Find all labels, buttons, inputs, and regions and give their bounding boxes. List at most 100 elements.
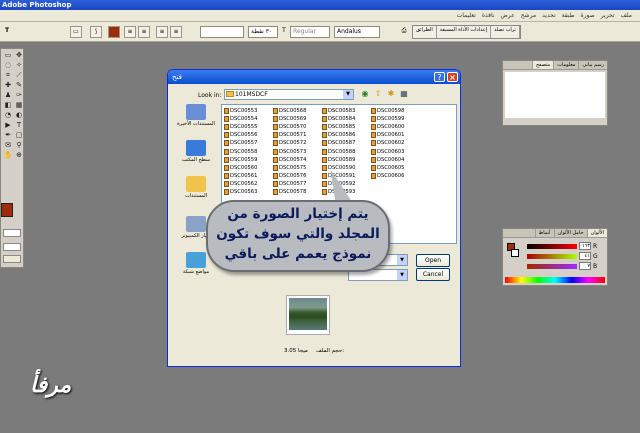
lasso-tool-icon[interactable]: ◌ [3, 61, 13, 70]
file-item[interactable]: DSC00572 [273, 139, 322, 147]
magic-wand-icon[interactable]: ✧ [14, 61, 24, 70]
align-center-icon[interactable]: ≡ [138, 26, 150, 38]
g-value-field[interactable]: ٤١ [579, 252, 591, 260]
history-brush-icon[interactable]: ✑ [14, 91, 24, 100]
tab-swatches[interactable]: حامل الألوان [553, 229, 587, 237]
chevron-down-icon[interactable]: ▼ [397, 270, 407, 280]
color-bg-swatch[interactable] [511, 249, 519, 257]
menu-view[interactable]: عرض [501, 12, 515, 19]
cancel-button[interactable]: Cancel [416, 268, 450, 281]
jump-to-imageready-icon[interactable] [3, 255, 21, 263]
brush-tool-icon[interactable]: ✎ [14, 81, 24, 90]
file-item[interactable]: DSC00599 [371, 115, 420, 123]
file-item[interactable]: DSC00577 [273, 180, 322, 188]
file-item[interactable]: DSC00576 [273, 172, 322, 180]
eyedropper-icon[interactable]: ⚲ [14, 141, 24, 150]
paragraph-icon[interactable]: ≡ [124, 26, 136, 38]
file-item[interactable]: DSC00558 [224, 147, 273, 155]
color-ramp[interactable] [505, 277, 605, 283]
foreground-color-swatch[interactable] [1, 203, 13, 217]
file-item[interactable]: DSC00605 [371, 164, 420, 172]
file-item[interactable]: DSC00571 [273, 131, 322, 139]
place-recent[interactable]: المستندات الأخيرة [172, 104, 220, 127]
screen-mode-icon[interactable] [3, 243, 21, 251]
palette-tab[interactable]: إعدادات الأداة المسبقة [436, 26, 492, 38]
quick-mask-icon[interactable] [3, 229, 21, 237]
marquee-tool-icon[interactable]: ▭ [3, 51, 13, 60]
file-item[interactable]: DSC00556 [224, 131, 273, 139]
font-size-field[interactable]: ٣٠ نقطة [248, 26, 278, 38]
up-folder-icon[interactable]: ⇧ [373, 89, 383, 99]
text-color-swatch[interactable] [108, 26, 120, 38]
file-item[interactable]: DSC00563 [224, 188, 273, 196]
file-item[interactable]: DSC00569 [273, 115, 322, 123]
palette-tab[interactable]: تراب تصلد [491, 26, 520, 38]
file-item[interactable]: DSC00604 [371, 156, 420, 164]
tab-navigator[interactable]: متصفح [531, 61, 554, 69]
healing-brush-icon[interactable]: ✚ [3, 81, 13, 90]
tab-info[interactable]: معلومات [553, 61, 578, 69]
notes-tool-icon[interactable]: ✉ [3, 141, 13, 150]
menu-layer[interactable]: طبقة [562, 12, 575, 19]
menu-image[interactable]: صورة [580, 12, 594, 19]
file-item[interactable]: DSC00602 [371, 139, 420, 147]
open-button[interactable]: Open [416, 254, 450, 267]
path-select-icon[interactable]: ▶ [3, 121, 13, 130]
shape-tool-icon[interactable]: ▢ [14, 131, 24, 140]
menu-select[interactable]: تحديد [542, 12, 556, 19]
file-item[interactable]: DSC00598 [371, 107, 420, 115]
look-in-select[interactable]: 101MSDCF ▼ [224, 89, 354, 100]
tab-color[interactable]: الألوان [586, 229, 607, 237]
tab-histogram[interactable]: رسم بياني [578, 61, 607, 69]
font-style-field[interactable]: Regular [290, 26, 330, 38]
chevron-down-icon[interactable]: ▼ [397, 255, 407, 265]
file-item[interactable]: DSC00601 [371, 131, 420, 139]
slice-tool-icon[interactable]: ⟋ [14, 71, 24, 80]
file-item[interactable]: DSC00574 [273, 156, 322, 164]
print-icon[interactable]: ⎙ [398, 26, 410, 38]
file-item[interactable]: DSC00559 [224, 156, 273, 164]
palette-tab[interactable]: الطرائق [413, 26, 437, 38]
file-item[interactable]: DSC00557 [224, 139, 273, 147]
chevron-down-icon[interactable]: ▼ [343, 90, 353, 99]
pen-tool-icon[interactable]: ✒ [3, 131, 13, 140]
menu-help[interactable]: تعليمات [457, 12, 476, 19]
file-item[interactable]: DSC00585 [322, 123, 371, 131]
align-right-icon[interactable]: ≡ [156, 26, 168, 38]
r-value-field[interactable]: ١٦٣ [579, 242, 591, 250]
file-item[interactable]: DSC00573 [273, 147, 322, 155]
move-tool-icon[interactable]: ✥ [14, 51, 24, 60]
font-family-field[interactable]: Andalus [334, 26, 380, 38]
stamp-tool-icon[interactable]: ♟ [3, 91, 13, 100]
align-left-icon[interactable]: ▭ [70, 26, 82, 38]
menu-filter[interactable]: مرشح [521, 12, 536, 19]
file-item[interactable]: DSC00589 [322, 156, 371, 164]
file-item[interactable]: DSC00584 [322, 115, 371, 123]
file-item[interactable]: DSC00603 [371, 147, 420, 155]
file-item[interactable]: DSC00578 [273, 188, 322, 196]
file-item[interactable]: DSC00568 [273, 107, 322, 115]
r-slider[interactable] [527, 244, 577, 249]
back-icon[interactable]: ◉ [360, 89, 370, 99]
gradient-tool-icon[interactable]: ▦ [14, 101, 24, 110]
crop-tool-icon[interactable]: ⌗ [3, 71, 13, 80]
leading-field[interactable] [200, 26, 244, 38]
type-tool-icon[interactable]: T [2, 26, 12, 38]
place-desktop[interactable]: سطح المكتب [172, 140, 220, 163]
hand-tool-icon[interactable]: ✋ [3, 151, 13, 160]
dodge-tool-icon[interactable]: ◐ [14, 111, 24, 120]
file-item[interactable]: DSC00586 [322, 131, 371, 139]
file-item[interactable]: DSC00554 [224, 115, 273, 123]
menu-edit[interactable]: تحرير [601, 12, 615, 19]
b-value-field[interactable]: ٧ [579, 262, 591, 270]
tab-styles[interactable]: أنماط [534, 229, 554, 237]
blur-tool-icon[interactable]: ◔ [3, 111, 13, 120]
place-documents[interactable]: المستندات [172, 176, 220, 199]
eraser-tool-icon[interactable]: ◧ [3, 101, 13, 110]
file-item[interactable]: DSC00561 [224, 172, 273, 180]
file-item[interactable]: DSC00575 [273, 164, 322, 172]
file-item[interactable]: DSC00553 [224, 107, 273, 115]
warp-text-icon[interactable]: ⟆ [90, 26, 102, 38]
close-button[interactable]: × [447, 72, 458, 82]
file-item[interactable]: DSC00587 [322, 139, 371, 147]
